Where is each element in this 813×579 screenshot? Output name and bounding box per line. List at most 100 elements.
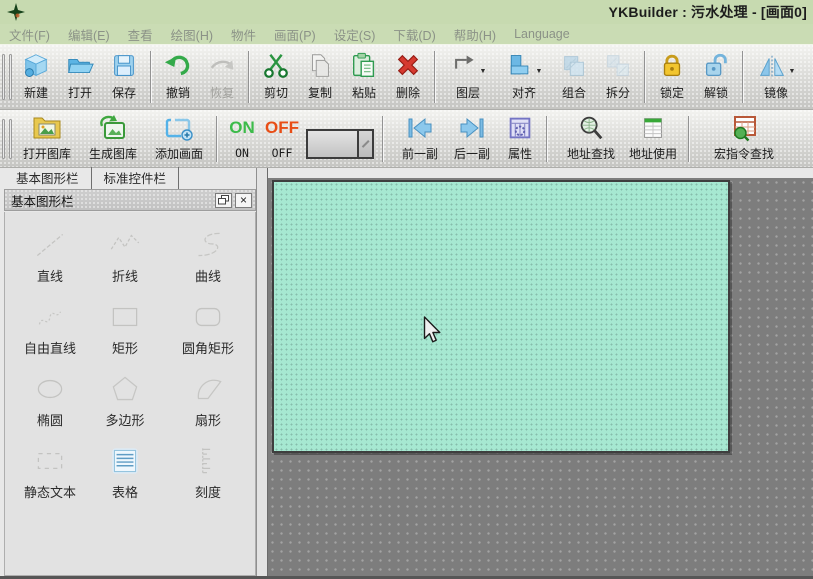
open-gallery-button[interactable]: 打开图库 xyxy=(14,110,80,167)
shape-tool-rectangle[interactable]: 矩形 xyxy=(89,296,161,368)
cut-button[interactable]: 剪切 xyxy=(254,45,298,109)
add-screen-icon xyxy=(163,114,195,142)
new-button[interactable]: 新建 xyxy=(14,45,58,109)
toolbar-separator xyxy=(150,51,152,103)
layers-dropdown-icon[interactable]: ▼ xyxy=(480,68,487,75)
shape-tool-curve[interactable]: 曲线 xyxy=(161,224,255,296)
menu-view[interactable]: 查看 xyxy=(119,23,162,46)
layers-icon xyxy=(450,51,478,81)
shape-tool-static-text[interactable]: 静态文本 xyxy=(11,440,89,512)
on-state-button[interactable]: ON ON xyxy=(222,110,262,167)
tab-standard-controls[interactable]: 标准控件栏 xyxy=(92,167,180,189)
panel-header: 基本图形栏 × xyxy=(4,189,256,211)
paste-button[interactable]: 粘贴 xyxy=(342,45,386,109)
align-dropdown-icon[interactable]: ▼ xyxy=(536,68,543,75)
split-button[interactable]: 拆分 xyxy=(596,45,640,109)
menubar: 文件(F) 编辑(E) 查看 绘图(H) 物件 画面(P) 设定(S) 下载(D… xyxy=(0,24,813,45)
sidebar-splitter[interactable] xyxy=(256,168,268,579)
menu-draw[interactable]: 绘图(H) xyxy=(162,23,222,46)
align-button[interactable]: ▼ 对齐 xyxy=(496,45,552,109)
workspace xyxy=(268,168,813,579)
address-search-icon xyxy=(576,114,606,142)
open-project-icon xyxy=(65,51,95,81)
screen-toolbar: 打开图库 生成图库 添加画面 xyxy=(0,110,813,168)
redo-button[interactable]: 恢复 xyxy=(200,45,244,109)
state-combobox[interactable] xyxy=(306,129,374,159)
menu-file[interactable]: 文件(F) xyxy=(0,23,59,46)
prev-screen-icon xyxy=(404,114,436,142)
shape-tool-table[interactable]: 表格 xyxy=(89,440,161,512)
toolbar-separator xyxy=(248,51,250,103)
next-screen-icon xyxy=(456,114,488,142)
group-button[interactable]: 组合 xyxy=(552,45,596,109)
address-search-button[interactable]: 地址查找 xyxy=(560,110,622,167)
mouse-cursor-icon xyxy=(423,316,442,344)
toolbar-separator xyxy=(688,116,690,162)
rounded-rectangle-icon xyxy=(189,296,227,338)
toolbar-grip[interactable] xyxy=(9,54,12,100)
shape-tool-polyline[interactable]: 折线 xyxy=(89,224,161,296)
menu-edit[interactable]: 编辑(E) xyxy=(59,23,119,46)
undo-button[interactable]: 撤销 xyxy=(156,45,200,109)
mirror-button[interactable]: ▼ 镜像 xyxy=(748,45,804,109)
polygon-icon xyxy=(106,368,144,410)
copy-button[interactable]: 复制 xyxy=(298,45,342,109)
properties-button[interactable]: 属性 xyxy=(498,110,542,167)
workspace-background xyxy=(268,178,813,576)
shape-tool-sector[interactable]: 扇形 xyxy=(161,368,255,440)
shape-sidebar: 基本图形栏 标准控件栏 基本图形栏 × 直线 xyxy=(0,168,256,579)
polyline-icon xyxy=(106,224,144,266)
combobox-drop-button[interactable] xyxy=(357,131,372,157)
add-screen-button[interactable]: 添加画面 xyxy=(146,110,212,167)
screen0-canvas[interactable] xyxy=(272,180,730,453)
build-gallery-button[interactable]: 生成图库 xyxy=(80,110,146,167)
toolbar-separator xyxy=(742,51,744,103)
lock-button[interactable]: 锁定 xyxy=(650,45,694,109)
properties-icon xyxy=(505,114,535,142)
address-usage-icon xyxy=(638,114,668,142)
save-button[interactable]: 保存 xyxy=(102,45,146,109)
macro-search-button[interactable]: 宏指令查找 xyxy=(704,110,784,167)
toolbar-grip[interactable] xyxy=(2,119,5,159)
group-icon xyxy=(559,51,589,81)
state-combobox-value xyxy=(308,131,357,157)
menu-language[interactable]: Language xyxy=(505,25,579,43)
open-button[interactable]: 打开 xyxy=(58,45,102,109)
toolbar-separator xyxy=(644,51,646,103)
address-usage-button[interactable]: 地址使用 xyxy=(622,110,684,167)
float-panel-button[interactable] xyxy=(215,193,232,208)
off-state-button[interactable]: OFF OFF xyxy=(262,110,302,167)
shape-tool-ellipse[interactable]: 椭圆 xyxy=(11,368,89,440)
curve-icon xyxy=(189,224,227,266)
shape-tool-scale[interactable]: 刻度 xyxy=(161,440,255,512)
paste-icon xyxy=(349,51,379,81)
menu-settings[interactable]: 设定(S) xyxy=(325,23,385,46)
sidebar-tabs: 基本图形栏 标准控件栏 xyxy=(4,168,256,188)
shape-tool-freehand-line[interactable]: 自由直线 xyxy=(11,296,89,368)
split-icon xyxy=(603,51,633,81)
shape-tool-line[interactable]: 直线 xyxy=(11,224,89,296)
menu-download[interactable]: 下载(D) xyxy=(384,23,444,46)
layers-button[interactable]: ▼ 图层 xyxy=(440,45,496,109)
new-project-icon xyxy=(21,51,51,81)
next-screen-button[interactable]: 后一副 xyxy=(446,110,498,167)
main-toolbar: 新建 打开 保存 xyxy=(0,45,813,110)
toolbar-grip[interactable] xyxy=(9,119,12,159)
menu-help[interactable]: 帮助(H) xyxy=(445,23,505,46)
prev-screen-button[interactable]: 前一副 xyxy=(394,110,446,167)
align-icon xyxy=(506,51,534,81)
undo-icon xyxy=(163,51,193,81)
delete-button[interactable]: 删除 xyxy=(386,45,430,109)
toolbar-grip[interactable] xyxy=(2,54,5,100)
app-logo-icon xyxy=(7,3,25,21)
close-panel-button[interactable]: × xyxy=(235,193,252,208)
unlock-button[interactable]: 解锁 xyxy=(694,45,738,109)
shape-tool-polygon[interactable]: 多边形 xyxy=(89,368,161,440)
table-icon xyxy=(106,440,144,482)
menu-object[interactable]: 物件 xyxy=(222,23,265,46)
menu-screen[interactable]: 画面(P) xyxy=(265,23,325,46)
tab-basic-shapes[interactable]: 基本图形栏 xyxy=(4,167,92,189)
static-text-icon xyxy=(31,440,69,482)
mirror-dropdown-icon[interactable]: ▼ xyxy=(789,68,796,75)
shape-tool-rounded-rectangle[interactable]: 圆角矩形 xyxy=(161,296,255,368)
